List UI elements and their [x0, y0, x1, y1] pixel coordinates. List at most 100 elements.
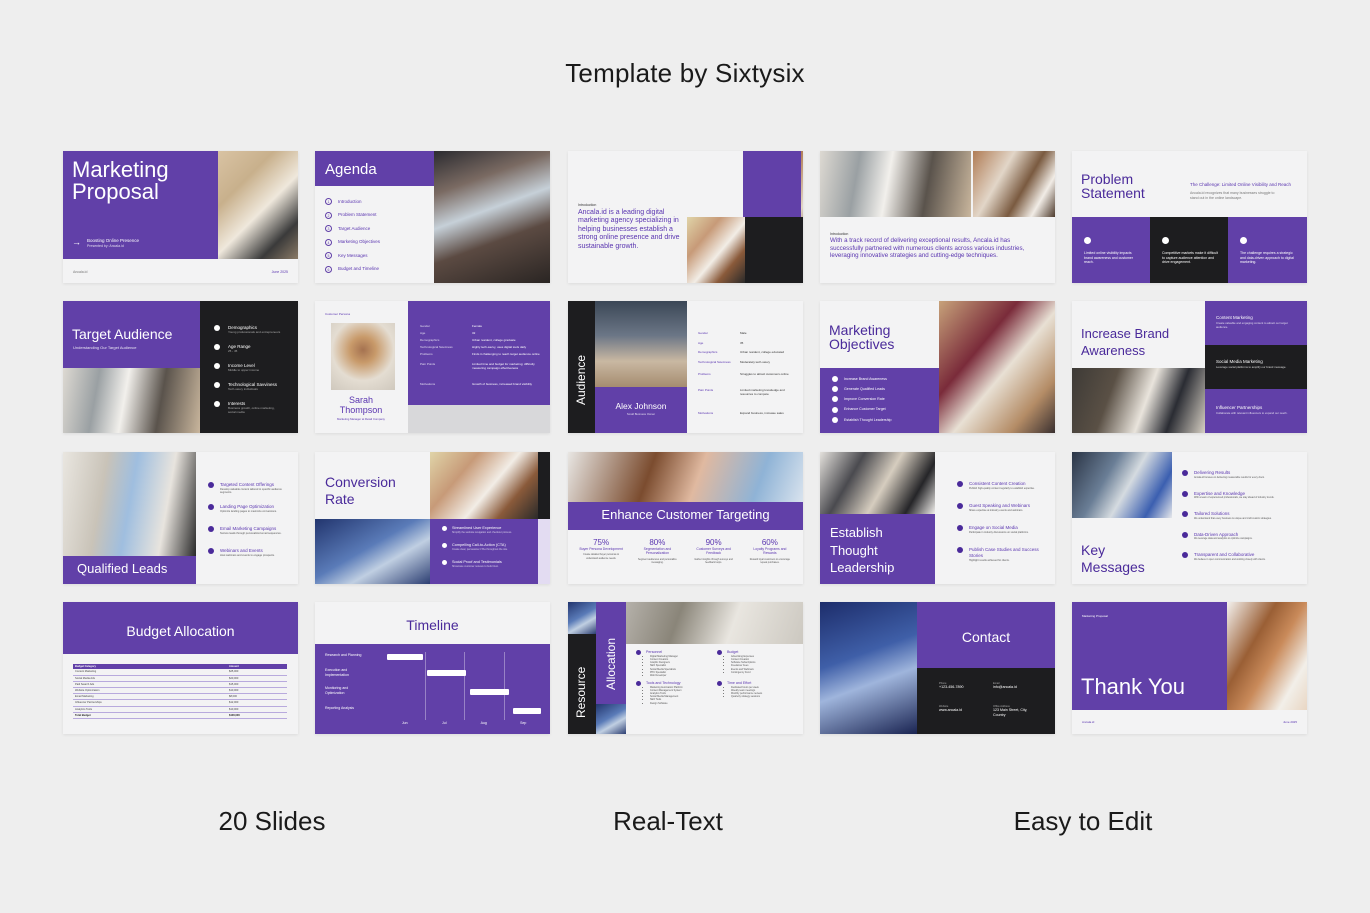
- conversion-list: Streamlined User Experience Simplify the …: [442, 526, 534, 577]
- slide-key-messages[interactable]: Key Messages Delivering Results Ancala.id…: [1072, 452, 1307, 584]
- objective-label: Improve Conversion Rate: [844, 397, 885, 402]
- message-item: Tailored Solutions We understand that eve…: [1182, 511, 1302, 532]
- stat-item: 80% Segmentation and Personalization Segme…: [629, 538, 685, 564]
- month-label: Jul: [442, 721, 447, 725]
- problem-card-2: Competitive markets make it difficult to…: [1150, 217, 1228, 283]
- item-desc: Ancala.id focuses on delivering measurab…: [1194, 475, 1265, 479]
- detail-value: Limited marketing knowledge and resource…: [740, 388, 785, 396]
- slide-agenda[interactable]: Agenda 1 Introduction 2 Problem Statement …: [315, 151, 550, 283]
- field-value[interactable]: +123-456-7890: [939, 685, 963, 690]
- slide-contact[interactable]: Contact Phone +123-456-7890 Email info@anc…: [820, 602, 1055, 734]
- detail-value: Growth of business, increased brand visi…: [472, 382, 533, 386]
- gantt-bar: [469, 689, 510, 695]
- slide-marketing-objectives[interactable]: Marketing Objectives Increase Brand Awar…: [820, 301, 1055, 433]
- footer-right: June 2025: [1282, 720, 1297, 724]
- gantt-gridline: [503, 652, 504, 720]
- photo-building-bottom: [596, 704, 626, 734]
- photo-smiling-man-handshake: [1227, 602, 1307, 710]
- card-text: The challenge requires a strategic and d…: [1240, 251, 1294, 265]
- lead-item: Targeted Content Offerings Develop valuab…: [208, 482, 293, 504]
- bullet-icon: [214, 325, 220, 331]
- item-desc: Share expertise at industry events and w…: [969, 508, 1024, 512]
- bullet-icon: [1182, 552, 1188, 558]
- item-title: Landing Page Optimization: [220, 504, 275, 509]
- slide-budget-allocation[interactable]: Budget Allocation Budget Category Amount…: [63, 602, 298, 734]
- detail-row: Pain Points Limited time and budget for m…: [420, 362, 542, 383]
- agenda-label: Introduction: [338, 198, 362, 204]
- lavender-strip: [538, 519, 550, 584]
- slide-persona-sarah[interactable]: Customer Persona Sarah Thompson Marketin…: [315, 301, 550, 433]
- kicker: Marketing Proposal: [1082, 614, 1108, 618]
- stat-desc: Gather insights through surveys and feed…: [694, 557, 733, 564]
- title-line: Marketing: [829, 322, 891, 338]
- item-title: Email Marketing Campaigns: [220, 526, 277, 531]
- conversion-item: Streamlined User Experience Simplify the …: [442, 526, 534, 543]
- photo-glass-building: [315, 519, 430, 584]
- slide-target-audience[interactable]: Target Audience Understanding Our Target…: [63, 301, 298, 433]
- slide-subtitle: Understanding Our Target Audience: [73, 345, 137, 350]
- stat-label: Loyalty Programs and Rewards: [753, 547, 787, 556]
- slide-problem-statement[interactable]: Problem Statement The Challenge: Limited…: [1072, 151, 1307, 283]
- objectives-panel: Increase Brand Awareness Generate Qualif…: [820, 368, 939, 433]
- conversion-panel: Streamlined User Experience Simplify the …: [430, 519, 538, 584]
- slide-increase-brand-awareness[interactable]: Increase Brand Awareness Content Marketi…: [1072, 301, 1307, 433]
- slide-qualified-leads[interactable]: Qualified Leads Targeted Content Offerin…: [63, 452, 298, 584]
- title-line: Awareness: [1081, 343, 1146, 358]
- photo-skyscrapers-blue: [820, 602, 917, 734]
- slide-conversion-rate[interactable]: Conversion Rate Streamlined User Experie…: [315, 452, 550, 584]
- month-axis: Jun Jul Aug Sep: [385, 721, 543, 726]
- item-desc: Nurture leads through personalized email…: [220, 531, 282, 535]
- slide-resource-allocation[interactable]: Resource Allocation PersonnelDigital Mar…: [568, 602, 803, 734]
- gantt-gridline: [464, 652, 465, 720]
- agenda-list: 1 Introduction 2 Problem Statement 3 Target…: [325, 195, 380, 276]
- persona-name: Sarah Thompson: [315, 395, 407, 415]
- audience-panel: Demographics Young professionals and entr…: [200, 301, 298, 433]
- dark-block: [745, 217, 803, 283]
- problem-card-1: Limited online visibility impacts brand …: [1072, 217, 1150, 283]
- detail-row: Pain Points Limited marketing knowledge a…: [698, 388, 798, 412]
- slide-introduction-track-record[interactable]: Introduction With a track record of deli…: [820, 151, 1055, 283]
- slide-title: Qualified Leads: [77, 561, 168, 576]
- slide-thought-leadership[interactable]: Establish Thought Leadership Consistent …: [820, 452, 1055, 584]
- dark-strip: [538, 452, 550, 519]
- photo-sarah: [331, 323, 395, 390]
- page-title: Template by Sixtysix: [565, 58, 805, 88]
- bullet-icon: [1182, 490, 1188, 497]
- presenter: Presented by: Ancala.id: [87, 244, 124, 248]
- bullet-icon: [957, 481, 963, 487]
- slide-persona-alex[interactable]: Audience Alex Johnson Small Business Own…: [568, 301, 803, 433]
- conversion-item: Compelling Call-to-Action (CTA) Create cl…: [442, 543, 534, 560]
- photo-presenter-whiteboard: [218, 151, 298, 259]
- number-badge: [832, 406, 838, 413]
- slide-thank-you[interactable]: Marketing Proposal Thank You Ancala.id J…: [1072, 602, 1307, 734]
- item-desc: With a team of experienced professionals…: [1194, 496, 1275, 500]
- slide-introduction[interactable]: Introduction Ancala.id is a leading digi…: [568, 151, 803, 283]
- agenda-label: Budget and Timeline: [338, 266, 380, 272]
- number-badge: 1: [325, 198, 332, 206]
- slide-marketing-proposal[interactable]: Marketing Proposal → Boosting Online Pre…: [63, 151, 298, 283]
- lead-item: Webinars and Events Host webinars and eve…: [208, 548, 293, 570]
- group-list: Marketing Automation PlatformContent Man…: [650, 686, 717, 705]
- problem-card-3: The challenge requires a strategic and d…: [1228, 217, 1307, 283]
- objective-label: Enhance Customer Target: [844, 407, 886, 412]
- stat-value: 90%: [705, 538, 722, 547]
- photo-handshake: [568, 452, 803, 502]
- slide-enhance-customer-targeting[interactable]: Enhance Customer Targeting 75% Buyer Pers…: [568, 452, 803, 584]
- block-social-media: Social Media Marketing Leverage social p…: [1205, 345, 1307, 389]
- side-title: Audience: [574, 354, 588, 405]
- slide-title: Agenda: [325, 161, 377, 178]
- arrow-right-icon: →: [72, 237, 81, 247]
- slide-timeline[interactable]: Timeline Research and Planning Execution…: [315, 602, 550, 734]
- leadership-item: Engage on Social Media Participate in ind…: [957, 525, 1049, 547]
- field-value[interactable]: www.ancala.id: [939, 708, 962, 713]
- gantt-gridline: [424, 652, 425, 720]
- agenda-item: 2 Problem Statement: [325, 209, 380, 223]
- photo-building-top: [568, 602, 596, 634]
- persona-role: Small Business Owner: [626, 412, 656, 416]
- field-value: 123 Main Street, City, Country: [993, 708, 1028, 718]
- leadership-item: Guest Speaking and Webinars Share experti…: [957, 503, 1049, 525]
- gantt-bar: [426, 670, 466, 676]
- field-value[interactable]: info@ancala.id: [993, 685, 1017, 690]
- title-line: Proposal: [72, 179, 159, 204]
- footer-left: Ancala.id: [73, 270, 88, 274]
